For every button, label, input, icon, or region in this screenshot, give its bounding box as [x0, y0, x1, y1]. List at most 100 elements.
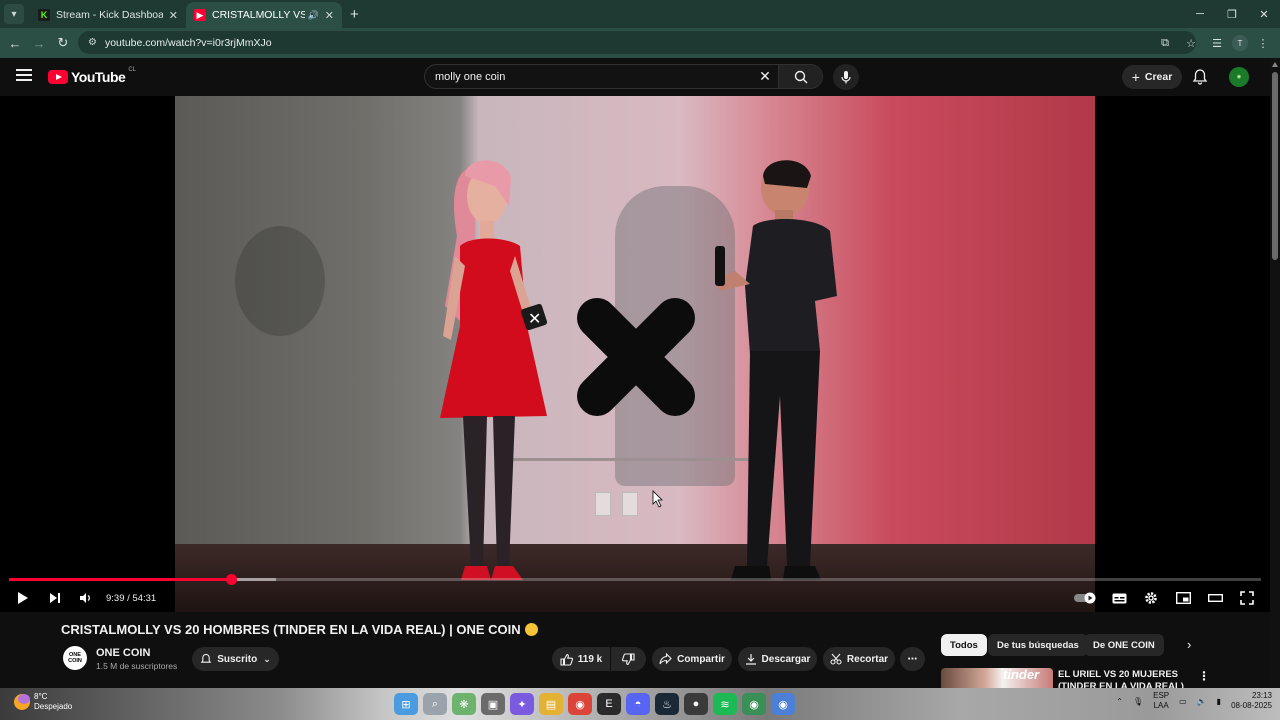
minimize-icon[interactable]: ─ [1184, 0, 1216, 28]
fullscreen-button[interactable] [1236, 584, 1258, 612]
chrome-profile-icon[interactable]: ◉ [771, 693, 795, 715]
new-tab-icon[interactable]: + [350, 6, 359, 23]
site-info-icon[interactable]: ⚙ [88, 37, 97, 48]
channel-avatar[interactable]: ONE COIN [63, 646, 87, 670]
browser-tab-bar: ▾ K Stream - Kick Dashboard ✕ ▶ CRISTALM… [0, 0, 1280, 28]
notifications-button[interactable] [1192, 68, 1208, 90]
youtube-logo-text: YouTube [71, 69, 126, 85]
scroll-up-icon[interactable] [1272, 62, 1278, 67]
subtitles-button[interactable] [1108, 584, 1130, 612]
theater-mode-button[interactable] [1204, 584, 1226, 612]
autoplay-toggle[interactable] [1072, 584, 1098, 612]
chrome-profile-icon[interactable]: ◉ [742, 693, 766, 715]
more-actions-button[interactable]: ⋯ [900, 647, 925, 671]
chip-todos[interactable]: Todos [941, 634, 987, 656]
progress-bar[interactable] [9, 574, 1261, 585]
widgets-icon[interactable]: ❋ [452, 693, 476, 715]
battery-icon[interactable]: ▮ [1217, 697, 1221, 706]
recommended-menu-icon[interactable]: ⋮ [1198, 669, 1210, 683]
profile-avatar[interactable]: T [1232, 35, 1248, 51]
tab-kick-dashboard[interactable]: K Stream - Kick Dashboard ✕ [30, 2, 186, 28]
dislike-button[interactable] [611, 647, 646, 671]
played-bar [9, 578, 231, 581]
account-avatar[interactable]: ◉ [1229, 67, 1249, 87]
chips-next-icon[interactable]: › [1187, 637, 1191, 652]
mouse-cursor [652, 490, 663, 508]
subscribed-label: Suscrito [217, 653, 258, 665]
microphone-icon[interactable]: 🎙 [1133, 697, 1143, 706]
download-label: Descargar [761, 653, 811, 665]
volume-button[interactable] [74, 584, 96, 612]
install-app-icon[interactable]: ⧉ [1154, 32, 1176, 54]
address-bar: ← → ↻ ⚙ youtube.com/watch?v=i0r3rjMmXJo … [0, 28, 1280, 58]
plus-icon: + [1131, 69, 1140, 85]
search-button[interactable] [778, 65, 822, 88]
lang-bottom: LAA [1153, 701, 1169, 710]
window-controls: ─ ❐ ✕ [1184, 0, 1280, 28]
youtube-logo[interactable]: YouTube CL [48, 67, 136, 85]
browser-toolbar: ⧉ ☆ ☰ T ⋮ [1154, 32, 1274, 54]
play-button[interactable] [12, 584, 34, 612]
chevron-down-icon: ⌄ [263, 653, 271, 664]
weather-temp: 8°C [34, 692, 48, 701]
more-horizontal-icon: ⋯ [907, 653, 918, 665]
tab-search-icon[interactable]: ▾ [4, 4, 24, 24]
create-button[interactable]: + Crear [1122, 65, 1182, 89]
audio-playing-icon[interactable]: 🔊 [308, 10, 319, 21]
recommended-thumbnail[interactable]: tinder [941, 668, 1053, 688]
miniplayer-button[interactable] [1172, 584, 1194, 612]
svg-text:✕: ✕ [528, 309, 541, 328]
settings-button[interactable] [1140, 584, 1162, 612]
close-window-icon[interactable]: ✕ [1248, 0, 1280, 28]
menu-icon[interactable] [16, 69, 32, 81]
epic-games-icon[interactable]: E [597, 693, 621, 715]
start-icon[interactable]: ⊞ [394, 693, 418, 715]
back-icon[interactable]: ← [3, 36, 27, 51]
extensions-icon[interactable]: ☰ [1206, 32, 1228, 54]
voice-search-button[interactable] [833, 64, 859, 90]
clock[interactable]: 23:13 08-08-2025 [1231, 691, 1272, 711]
video-frame[interactable]: ✕ [175, 96, 1095, 612]
speaker-icon[interactable]: 🔈 [1197, 697, 1207, 706]
volume-icon [79, 593, 90, 603]
task-view-icon[interactable]: ▣ [481, 693, 505, 715]
clock-date: 08-08-2025 [1231, 701, 1272, 710]
url-field[interactable]: ⚙ youtube.com/watch?v=i0r3rjMmXJo [78, 31, 1196, 54]
weather-widget[interactable]: 8°C Despejado [14, 692, 72, 712]
forward-icon[interactable]: → [27, 36, 51, 51]
close-tab-icon[interactable]: ✕ [325, 9, 334, 22]
country-code: CL [128, 67, 136, 73]
video-player[interactable]: ✕ 9:39 / 54:31 [0, 96, 1270, 612]
search-icon[interactable]: ⌕ [423, 693, 447, 715]
subscribed-button[interactable]: Suscrito ⌄ [192, 647, 279, 671]
steam-icon[interactable]: ♨ [655, 693, 679, 715]
share-button[interactable]: Compartir [652, 647, 732, 671]
obs-icon[interactable]: ● [684, 693, 708, 715]
scrollbar-thumb[interactable] [1272, 72, 1278, 260]
page-scrollbar[interactable] [1270, 58, 1280, 688]
clip-button[interactable]: Recortar [823, 647, 895, 671]
download-button[interactable]: Descargar [738, 647, 817, 671]
chip-from-searches[interactable]: De tus búsquedas [988, 634, 1088, 656]
discord-icon[interactable]: ◓ [626, 693, 650, 715]
next-button[interactable] [44, 584, 66, 612]
share-label: Compartir [677, 653, 725, 665]
browser-menu-icon[interactable]: ⋮ [1252, 32, 1274, 54]
channel-name[interactable]: ONE COIN [96, 647, 150, 659]
file-explorer-icon[interactable]: ▤ [539, 693, 563, 715]
search-input[interactable]: molly one coin [425, 71, 752, 83]
clear-search-icon[interactable]: ✕ [752, 68, 778, 85]
restore-icon[interactable]: ❐ [1216, 0, 1248, 28]
bookmark-star-icon[interactable]: ☆ [1180, 32, 1202, 54]
copilot-icon[interactable]: ✦ [510, 693, 534, 715]
chrome-icon[interactable]: ◉ [568, 693, 592, 715]
close-tab-icon[interactable]: ✕ [169, 9, 178, 22]
chip-from-channel[interactable]: De ONE COIN [1084, 634, 1164, 656]
network-icon[interactable]: ▭ [1179, 697, 1187, 706]
reload-icon[interactable]: ↻ [51, 35, 75, 51]
like-button[interactable]: 119 k [552, 647, 610, 671]
tab-youtube-video[interactable]: ▶ CRISTALMOLLY VS 20 HOMBRES 🔊 ✕ [186, 2, 342, 28]
spotify-icon[interactable]: ≋ [713, 693, 737, 715]
tray-chevron-icon[interactable]: ⌃ [1116, 697, 1123, 706]
input-language[interactable]: ESP LAA [1153, 691, 1169, 711]
